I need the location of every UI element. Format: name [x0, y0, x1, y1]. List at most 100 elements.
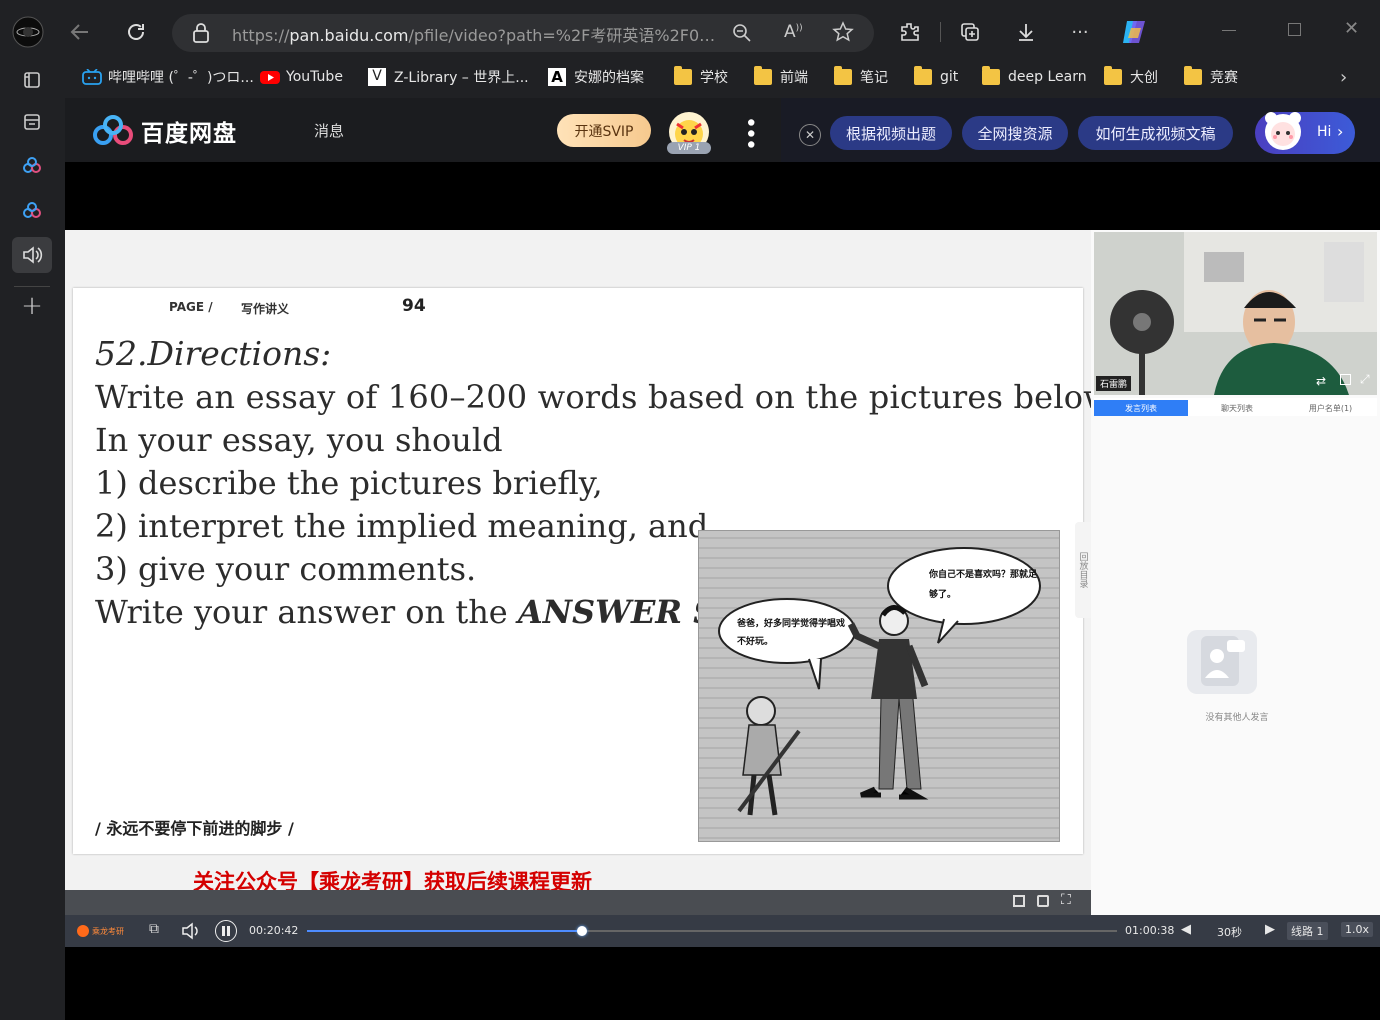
more-menu-icon[interactable]: ··· — [1062, 14, 1098, 50]
bookmarks-overflow-chevron-icon[interactable]: › — [1340, 64, 1347, 90]
ai-chip-search-resources[interactable]: 全网搜资源 — [962, 116, 1068, 150]
bookmark-folder-deep-learn[interactable]: deep Learn — [982, 64, 1087, 90]
url-text: https://pan.baidu.com/pfile/video?path=%… — [232, 26, 722, 45]
player-control-bar: 乘龙考研 ⧉ 00:20:42 01:00:38 ◀ 30秒 ▶ 线路 1 1.… — [65, 915, 1380, 947]
toolbar-divider — [940, 22, 941, 42]
lock-icon — [192, 23, 210, 43]
bookmark-label: 学校 — [700, 70, 728, 86]
bookmark-folder-xuexiao[interactable]: 学校 — [674, 64, 728, 90]
brand-label: 乘龙考研 — [92, 926, 124, 936]
empty-chat-icon — [1187, 630, 1257, 694]
answer-line-text: Write your answer on the — [95, 593, 518, 631]
seek-bar[interactable] — [307, 926, 1117, 936]
folder-icon — [982, 66, 1000, 85]
read-aloud-icon[interactable]: A)) — [784, 22, 803, 42]
ai-hi-label: Hi — [1317, 124, 1332, 140]
maximize-icon[interactable] — [1288, 23, 1301, 36]
close-window-icon[interactable]: ✕ — [1344, 18, 1359, 39]
web-fullscreen-icon[interactable] — [1037, 895, 1049, 907]
fullscreen-camera-icon[interactable]: ⤢ — [1360, 372, 1370, 387]
zoom-icon[interactable] — [732, 23, 752, 43]
tab-user-list[interactable]: 用户名单(1) — [1284, 400, 1377, 416]
bookmark-folder-biji[interactable]: 笔记 — [834, 64, 888, 90]
bookmark-folder-qianduan[interactable]: 前端 — [754, 64, 808, 90]
directions-line: In your essay, you should — [95, 421, 503, 459]
refresh-icon[interactable] — [118, 14, 154, 50]
annas-archive-icon: A — [548, 68, 566, 86]
close-ai-bar-icon[interactable]: ✕ — [799, 124, 821, 146]
open-svip-button[interactable]: 开通SVIP — [557, 114, 651, 147]
baidu-pan-tab-icon[interactable] — [12, 193, 52, 229]
speech-bubble-father: 你自己不是喜欢吗？那就足够了。 — [929, 570, 1038, 600]
page-section: 写作讲义 — [241, 302, 290, 316]
sidebar-divider — [14, 286, 50, 287]
forward-icon[interactable]: ▶ — [1265, 922, 1275, 937]
downloads-icon[interactable] — [1008, 14, 1044, 50]
rewind-icon[interactable]: ◀ — [1181, 922, 1191, 937]
expand-camera-icon[interactable] — [1340, 374, 1351, 385]
folder-icon — [1104, 66, 1122, 85]
minimize-icon[interactable] — [1222, 30, 1236, 31]
baidu-pan-header: 百度网盘 消息 开通SVIP VIP 1 ••• ✕ 根据视频出题 全网搜资源 … — [65, 98, 1380, 162]
more-options-icon[interactable]: ••• — [737, 116, 762, 149]
tab-chat-list[interactable]: 聊天列表 — [1190, 400, 1284, 416]
fullscreen-icon[interactable]: ⛶ — [1061, 892, 1071, 908]
presenter-name: 石雷鹏 — [1096, 376, 1132, 391]
folder-icon — [914, 66, 932, 85]
bookmarks-bar: 哔哩哔哩 (゜-゜)つロ... YouTube V Z-Library – 世界… — [64, 62, 1380, 92]
bookmark-label: 竞赛 — [1210, 70, 1238, 86]
bookmark-label: Z-Library – 世界上... — [394, 70, 529, 86]
bookmark-folder-git[interactable]: git — [914, 64, 958, 90]
browser-sidebar: + — [0, 62, 64, 1020]
baidu-pan-tab-icon[interactable] — [12, 148, 52, 184]
folder-icon — [674, 66, 692, 85]
favorite-star-icon[interactable] — [832, 21, 854, 43]
messages-link[interactable]: 消息 — [314, 120, 344, 141]
collections-icon[interactable] — [952, 14, 988, 50]
page-number: 94 — [402, 296, 426, 316]
pip-icon[interactable] — [1013, 895, 1025, 907]
ai-chip-generate-transcript[interactable]: 如何生成视频文稿 — [1078, 116, 1233, 150]
bookmark-annas-archive[interactable]: A 安娜的档案 — [548, 64, 644, 90]
bookmark-label: 哔哩哔哩 (゜-゜)つロ... — [108, 70, 254, 86]
speed-select[interactable]: 1.0x — [1341, 922, 1374, 937]
new-tab-plus-icon[interactable]: + — [12, 288, 52, 324]
extensions-icon[interactable] — [892, 14, 928, 50]
seek-bar-played — [307, 930, 583, 932]
address-bar[interactable]: https://pan.baidu.com/pfile/video?path=%… — [172, 14, 874, 52]
copilot-icon[interactable] — [1116, 14, 1152, 50]
bookmark-youtube[interactable]: YouTube — [260, 64, 343, 90]
ai-assistant-button[interactable]: Hi › — [1255, 112, 1355, 154]
ai-chip-generate-quiz[interactable]: 根据视频出题 — [830, 116, 952, 150]
folder-icon — [754, 66, 772, 85]
bookmark-zlibrary[interactable]: V Z-Library – 世界上... — [368, 64, 529, 90]
empty-chat-text: 没有其他人发言 — [1205, 713, 1269, 723]
settings-sync-icon[interactable]: ⧉ — [149, 921, 159, 937]
baidu-pan-logo-icon[interactable] — [91, 114, 135, 148]
tab-actions-icon[interactable] — [12, 62, 52, 98]
video-player[interactable]: PAGE / 写作讲义 94 52.Directions: Write an e… — [65, 230, 1380, 1020]
bilibili-icon — [82, 69, 102, 85]
baidu-pan-logo-text[interactable]: 百度网盘 — [141, 114, 237, 148]
vip-level-badge: VIP 1 — [667, 142, 711, 154]
skip-amount[interactable]: 30秒 — [1217, 924, 1242, 940]
lecture-slide: PAGE / 写作讲义 94 52.Directions: Write an e… — [65, 230, 1117, 915]
volume-icon[interactable] — [181, 922, 201, 940]
bookmark-bilibili[interactable]: 哔哩哔哩 (゜-゜)つロ... — [82, 64, 254, 90]
chevron-right-icon: › — [1337, 122, 1344, 141]
workspaces-icon[interactable] — [12, 104, 52, 140]
line-select[interactable]: 线路 1 — [1287, 922, 1328, 940]
browser-profile-icon[interactable] — [10, 14, 46, 50]
pause-icon[interactable] — [215, 920, 237, 942]
answer-instruction: Write your answer on the ANSWER SH — [95, 593, 747, 631]
bookmark-folder-dachuang[interactable]: 大创 — [1104, 64, 1158, 90]
seek-bar-handle[interactable] — [577, 926, 588, 936]
brand-icon — [77, 925, 89, 937]
audio-playing-tab-icon[interactable] — [12, 237, 52, 273]
tab-speech-list[interactable]: 发言列表 — [1094, 400, 1188, 416]
bookmark-folder-jingsai[interactable]: 竞赛 — [1184, 64, 1238, 90]
ai-mascot-icon — [1257, 106, 1309, 154]
back-icon[interactable] — [62, 14, 98, 50]
replay-directory-tab[interactable]: 回放目录 — [1075, 522, 1091, 618]
switch-camera-icon[interactable]: ⇄ — [1316, 374, 1326, 388]
